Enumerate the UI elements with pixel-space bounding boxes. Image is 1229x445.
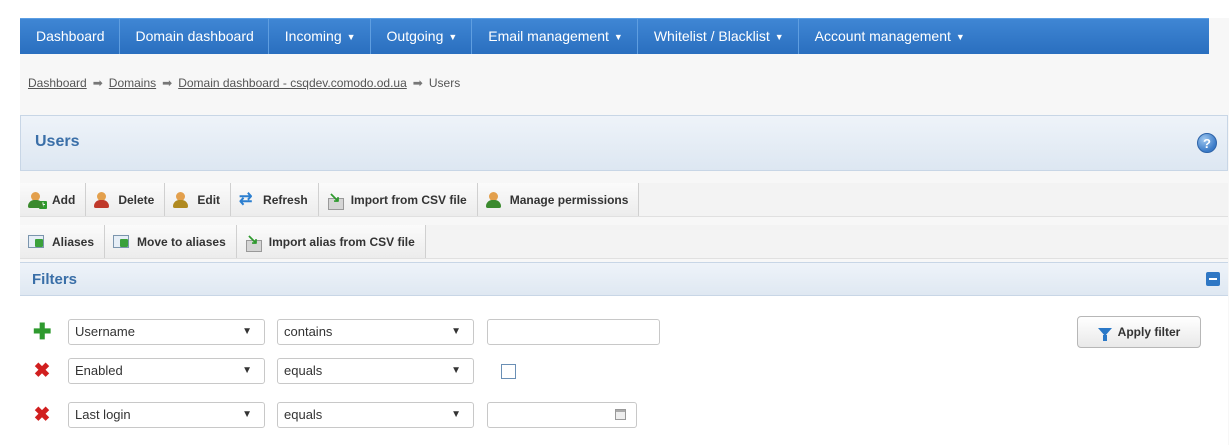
manage-permissions-button[interactable]: Manage permissions bbox=[477, 183, 640, 216]
arrow-right-icon: ➡ bbox=[162, 76, 173, 90]
caret-down-icon: ▼ bbox=[955, 32, 965, 42]
page-header: Users ? bbox=[20, 115, 1228, 171]
filter-field-select[interactable]: Username ▼ bbox=[68, 319, 265, 345]
filter-value-input[interactable] bbox=[487, 319, 660, 345]
move-to-aliases-icon bbox=[113, 234, 131, 250]
chevron-down-icon: ▼ bbox=[242, 409, 252, 420]
refresh-button[interactable]: ⇄ Refresh bbox=[231, 183, 319, 216]
edit-user-button[interactable]: Edit bbox=[165, 183, 232, 216]
filters-panel: ✚ Username ▼ contains ▼ ✖ Enabled ▼ equals ▼… bbox=[20, 296, 1228, 445]
chevron-down-icon: ▼ bbox=[451, 409, 461, 420]
page-title: Users bbox=[35, 133, 80, 150]
top-navigation: Dashboard Domain dashboard Incoming ▼ Out… bbox=[20, 18, 1209, 54]
breadcrumb-dashboard[interactable]: Dashboard bbox=[28, 76, 87, 90]
breadcrumb-current: Users bbox=[428, 76, 461, 90]
filter-operator-select[interactable]: equals ▼ bbox=[277, 402, 474, 428]
user-add-icon: + bbox=[28, 191, 47, 209]
breadcrumb: Dashboard ➡ Domains ➡ Domain dashboard -… bbox=[28, 76, 460, 90]
import-icon bbox=[245, 231, 263, 252]
remove-filter-icon[interactable]: ✖ bbox=[33, 405, 51, 425]
chevron-down-icon: ▼ bbox=[451, 326, 461, 337]
user-edit-icon bbox=[173, 191, 191, 208]
filter-operator-select[interactable]: contains ▼ bbox=[277, 319, 474, 345]
import-icon bbox=[327, 189, 345, 210]
filter-date-input[interactable] bbox=[487, 402, 637, 428]
help-icon[interactable]: ? bbox=[1197, 133, 1217, 153]
remove-filter-icon[interactable]: ✖ bbox=[33, 361, 51, 381]
filter-field-select[interactable]: Last login ▼ bbox=[68, 402, 265, 428]
filter-enabled-checkbox[interactable] bbox=[501, 364, 516, 379]
nav-account-management[interactable]: Account management ▼ bbox=[799, 19, 979, 54]
aliases-button[interactable]: Aliases bbox=[20, 225, 106, 258]
move-to-aliases-button[interactable]: Move to aliases bbox=[105, 225, 237, 258]
nav-dashboard[interactable]: Dashboard bbox=[20, 19, 120, 54]
nav-email-management[interactable]: Email management ▼ bbox=[472, 19, 638, 54]
user-delete-icon bbox=[94, 191, 112, 208]
caret-down-icon: ▼ bbox=[346, 32, 356, 42]
nav-domain-dashboard[interactable]: Domain dashboard bbox=[120, 19, 269, 54]
collapse-icon[interactable] bbox=[1206, 272, 1220, 286]
nav-incoming[interactable]: Incoming ▼ bbox=[269, 19, 371, 54]
arrow-right-icon: ➡ bbox=[92, 76, 103, 90]
filter-operator-select[interactable]: equals ▼ bbox=[277, 358, 474, 384]
chevron-down-icon: ▼ bbox=[242, 326, 252, 337]
calendar-icon[interactable] bbox=[615, 409, 626, 420]
caret-down-icon: ▼ bbox=[613, 32, 623, 42]
nav-whitelist-blacklist[interactable]: Whitelist / Blacklist ▼ bbox=[638, 19, 799, 54]
aliases-toolbar: Aliases Move to aliases Import alias fro… bbox=[20, 225, 1228, 259]
add-user-button[interactable]: + Add bbox=[20, 183, 87, 216]
caret-down-icon: ▼ bbox=[774, 32, 784, 42]
nav-outgoing[interactable]: Outgoing ▼ bbox=[371, 19, 473, 54]
arrow-right-icon: ➡ bbox=[412, 76, 423, 90]
breadcrumb-domains[interactable]: Domains bbox=[109, 76, 156, 90]
filter-field-select[interactable]: Enabled ▼ bbox=[68, 358, 265, 384]
chevron-down-icon: ▼ bbox=[242, 365, 252, 376]
filters-header: Filters bbox=[20, 262, 1228, 296]
user-permissions-icon bbox=[485, 191, 504, 208]
refresh-icon: ⇄ bbox=[239, 190, 253, 208]
delete-user-button[interactable]: Delete bbox=[86, 183, 166, 216]
filter-icon bbox=[1097, 328, 1112, 341]
chevron-down-icon: ▼ bbox=[451, 365, 461, 376]
import-csv-button[interactable]: Import from CSV file bbox=[318, 183, 478, 216]
import-alias-csv-button[interactable]: Import alias from CSV file bbox=[236, 225, 426, 258]
aliases-icon bbox=[28, 234, 46, 250]
add-filter-icon[interactable]: ✚ bbox=[33, 321, 51, 343]
app-frame: Dashboard Domain dashboard Incoming ▼ Out… bbox=[20, 18, 1229, 445]
apply-filter-button[interactable]: Apply filter bbox=[1077, 316, 1201, 348]
filters-title: Filters bbox=[32, 271, 78, 288]
caret-down-icon: ▼ bbox=[448, 32, 458, 42]
breadcrumb-domain-dashboard[interactable]: Domain dashboard - csqdev.comodo.od.ua bbox=[178, 76, 407, 90]
users-toolbar: + Add Delete Edit ⇄ Refresh Import from … bbox=[20, 183, 1228, 217]
